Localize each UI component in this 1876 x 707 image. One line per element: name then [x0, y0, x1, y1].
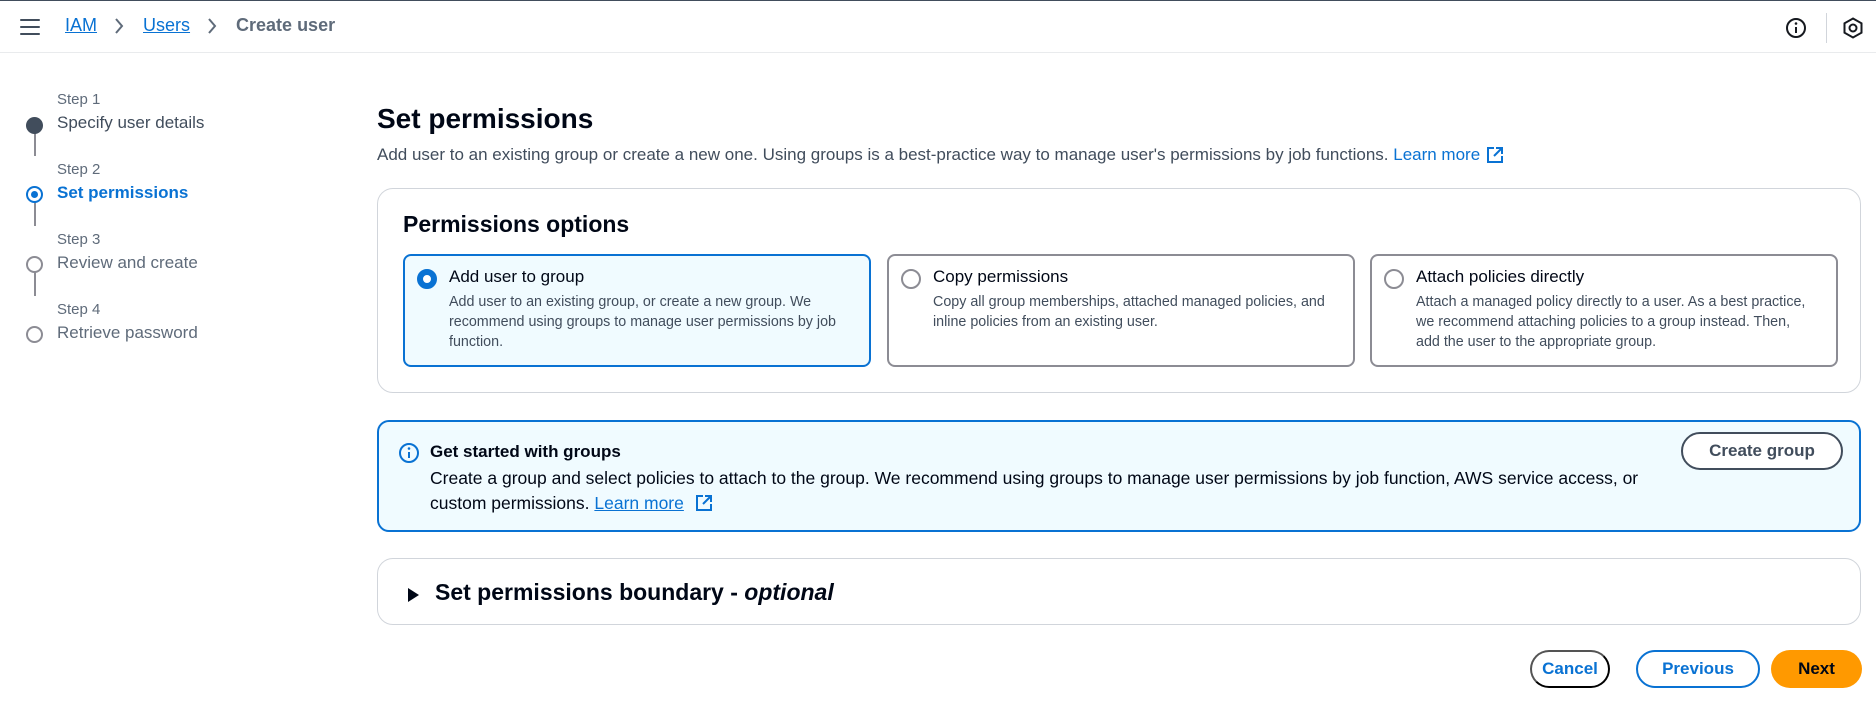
page-title: Set permissions [377, 103, 594, 134]
learn-more-link[interactable]: Learn more [1393, 145, 1480, 165]
permissions-options-panel: Permissions options Add user to group Ad… [377, 188, 1861, 393]
step-pending-icon [26, 326, 43, 343]
radio-button[interactable] [901, 269, 921, 289]
option-title: Attach policies directly [1416, 267, 1585, 286]
breadcrumb: IAM Users Create user [65, 15, 335, 36]
step-pending-icon [26, 256, 43, 273]
option-add-user-to-group[interactable]: Add user to group Add user to an existin… [403, 254, 871, 367]
step-connector [34, 272, 36, 296]
step-number: Step 2 [57, 161, 101, 178]
toolbar-divider [1826, 13, 1827, 43]
step-title: Retrieve password [57, 323, 198, 342]
learn-more-link[interactable]: Learn more [594, 493, 684, 513]
step-number: Step 3 [57, 231, 101, 248]
radio-button-checked[interactable] [417, 269, 437, 289]
option-description: Add user to an existing group, or create… [449, 294, 837, 350]
breadcrumb-users[interactable]: Users [143, 15, 190, 36]
step-active-icon [26, 186, 43, 203]
previous-button[interactable]: Previous [1636, 650, 1760, 688]
step-title[interactable]: Specify user details [57, 113, 204, 133]
top-navigation: IAM Users Create user [0, 0, 1876, 53]
option-description: Attach a managed policy directly to a us… [1416, 294, 1806, 350]
settings-icon[interactable] [1842, 17, 1864, 39]
step-number: Step 4 [57, 301, 101, 318]
info-icon[interactable] [1785, 17, 1807, 39]
permissions-boundary-title[interactable]: Set permissions boundary - optional [435, 579, 834, 606]
step-connector [34, 132, 36, 156]
optional-label: optional [744, 579, 834, 605]
option-attach-policies-directly[interactable]: Attach policies directly Attach a manage… [1370, 254, 1838, 367]
chevron-right-icon [207, 17, 219, 35]
get-started-alert: Get started with groups Create a group a… [377, 420, 1861, 532]
step-number: Step 1 [57, 91, 101, 108]
permissions-options-title: Permissions options [403, 211, 630, 237]
step-completed-icon [26, 117, 43, 134]
caret-right-icon[interactable] [408, 588, 419, 602]
info-icon [398, 442, 420, 464]
external-link-icon [695, 494, 713, 512]
chevron-right-icon [114, 17, 126, 35]
page-description: Add user to an existing group or create … [377, 145, 1504, 165]
option-title: Add user to group [449, 267, 585, 286]
permissions-boundary-section[interactable]: Set permissions boundary - optional [377, 558, 1861, 625]
cancel-button[interactable]: Cancel [1530, 650, 1610, 688]
step-title: Review and create [57, 253, 198, 272]
alert-text: Create a group and select policies to at… [430, 466, 1670, 516]
external-link-icon [1486, 146, 1504, 164]
create-group-button[interactable]: Create group [1681, 432, 1843, 470]
breadcrumb-current: Create user [236, 15, 336, 35]
radio-button[interactable] [1384, 269, 1404, 289]
page-description-text: Add user to an existing group or create … [377, 145, 1389, 164]
option-title: Copy permissions [933, 267, 1069, 286]
option-description: Copy all group memberships, attached man… [933, 294, 1325, 330]
alert-title: Get started with groups [430, 442, 621, 461]
step-connector [34, 202, 36, 226]
option-copy-permissions[interactable]: Copy permissions Copy all group membersh… [887, 254, 1355, 367]
menu-icon[interactable] [20, 19, 40, 35]
step-title[interactable]: Set permissions [57, 183, 188, 203]
next-button[interactable]: Next [1771, 650, 1862, 688]
boundary-title-text: Set permissions boundary - [435, 579, 745, 605]
breadcrumb-iam[interactable]: IAM [65, 15, 97, 36]
